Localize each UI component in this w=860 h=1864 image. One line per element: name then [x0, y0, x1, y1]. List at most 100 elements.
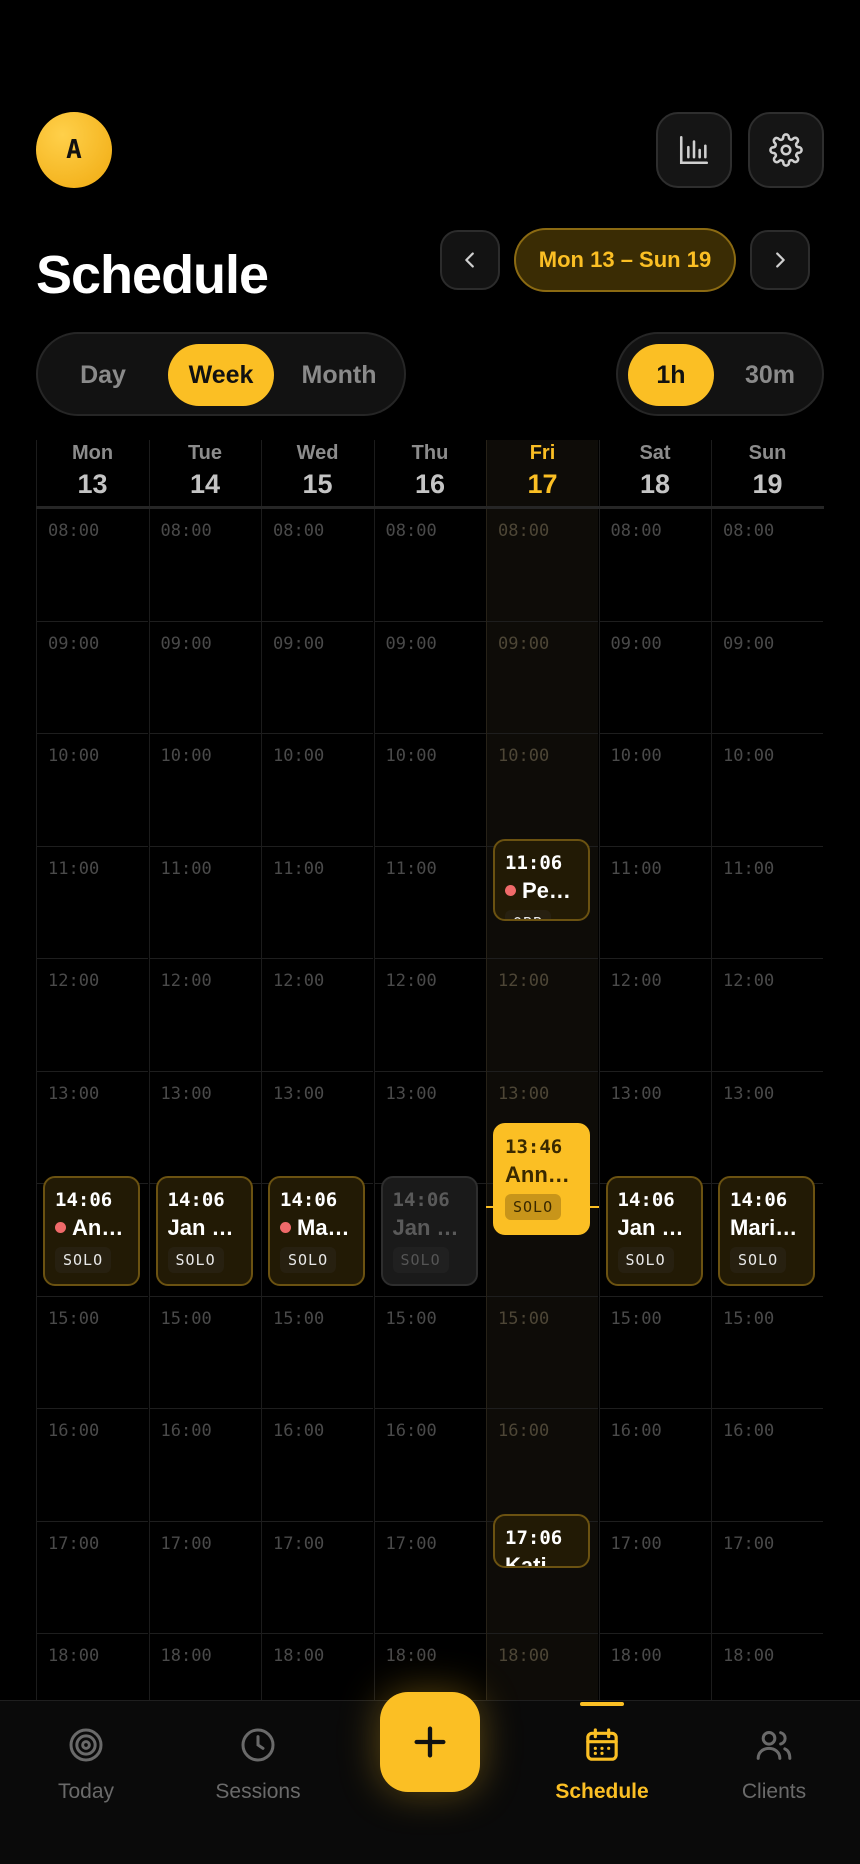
time-slot[interactable]: 09:00 — [599, 620, 711, 733]
date-range-pill[interactable]: Mon 13 – Sun 19 — [514, 228, 736, 292]
time-slot[interactable]: 12:00 — [487, 958, 598, 1070]
time-slot[interactable]: 10:00 — [149, 733, 261, 845]
time-slot[interactable]: 13:00 — [37, 1070, 148, 1183]
settings-button[interactable] — [748, 112, 824, 188]
time-slot[interactable]: 09:00 — [712, 620, 823, 733]
day-header[interactable]: Fri 17 — [487, 440, 598, 508]
day-header[interactable]: Sun 19 — [712, 440, 823, 508]
session-event[interactable]: 14:06 Jan … SOLO — [605, 1176, 703, 1287]
tab-today[interactable]: Today — [16, 1725, 156, 1804]
time-slot[interactable]: 10:00 — [262, 733, 373, 845]
day-header[interactable]: Tue 14 — [150, 440, 261, 508]
day-header[interactable]: Wed 15 — [262, 440, 373, 508]
time-slot[interactable]: 15:00 — [712, 1295, 823, 1408]
time-slot[interactable]: 18:00 — [712, 1633, 823, 1700]
day-header[interactable]: Thu 16 — [375, 440, 486, 508]
time-slot[interactable]: 18:00 — [262, 1633, 373, 1700]
time-slot[interactable]: 11:00 — [149, 845, 261, 958]
session-event[interactable]: 14:06 Mari… SOLO — [718, 1176, 815, 1287]
time-slot[interactable]: 09:00 — [149, 620, 261, 733]
prev-week-button[interactable] — [440, 230, 500, 290]
time-slot[interactable]: 16:00 — [599, 1408, 711, 1520]
time-slot[interactable]: 15:00 — [37, 1295, 148, 1408]
session-event[interactable]: 14:06 Jan … SOLO — [380, 1176, 478, 1287]
time-slot[interactable]: 16:00 — [374, 1408, 486, 1520]
interval-30m[interactable]: 30m — [722, 344, 818, 406]
time-slot[interactable]: 13:00 — [712, 1070, 823, 1183]
time-slot[interactable]: 16:00 — [262, 1408, 373, 1520]
time-slot[interactable]: 18:00 — [37, 1633, 148, 1700]
time-slot[interactable]: 11:00 — [262, 845, 373, 958]
time-slot[interactable]: 13:00 — [599, 1070, 711, 1183]
time-slot[interactable]: 10:00 — [599, 733, 711, 845]
session-event[interactable]: 14:06 Ma… SOLO — [268, 1176, 365, 1287]
time-slot[interactable]: 15:00 — [487, 1295, 598, 1408]
time-slot[interactable]: 16:00 — [149, 1408, 261, 1520]
session-event[interactable]: 13:46 Ann… SOLO — [493, 1122, 590, 1235]
time-slot[interactable]: 08:00 — [374, 508, 486, 620]
view-mode-week[interactable]: Week — [168, 344, 274, 406]
time-slot[interactable]: 08:00 — [37, 508, 148, 620]
time-slot[interactable]: 11:00 — [37, 845, 148, 958]
next-week-button[interactable] — [750, 230, 810, 290]
day-header[interactable]: Sat 18 — [600, 440, 711, 508]
time-slot[interactable]: 17:00 — [374, 1520, 486, 1633]
time-slot[interactable]: 16:00 — [487, 1408, 598, 1520]
time-slot[interactable]: 17:00 — [149, 1520, 261, 1633]
time-slot[interactable]: 18:00 — [374, 1633, 486, 1700]
time-slot[interactable]: 08:00 — [712, 508, 823, 620]
time-slot[interactable]: 16:00 — [712, 1408, 823, 1520]
time-slot[interactable]: 15:00 — [374, 1295, 486, 1408]
time-slot[interactable]: 10:00 — [712, 733, 823, 845]
session-event[interactable]: 17:06 Kati … — [493, 1513, 590, 1568]
time-slot[interactable]: 12:00 — [599, 958, 711, 1070]
time-slot[interactable]: 15:00 — [149, 1295, 261, 1408]
time-slot[interactable]: 08:00 — [149, 508, 261, 620]
time-slot[interactable]: 17:00 — [599, 1520, 711, 1633]
time-slot[interactable]: 12:00 — [712, 958, 823, 1070]
view-mode-month[interactable]: Month — [282, 344, 396, 406]
time-slot[interactable]: 13:00 — [374, 1070, 486, 1183]
time-slot[interactable]: 13:00 — [149, 1070, 261, 1183]
session-event[interactable]: 14:06 An… SOLO — [43, 1176, 140, 1287]
time-slot[interactable]: 10:00 — [37, 733, 148, 845]
add-session-button[interactable] — [380, 1692, 480, 1792]
time-slot[interactable]: 17:00 — [37, 1520, 148, 1633]
time-slot[interactable]: 11:00 — [712, 845, 823, 958]
session-event[interactable]: 14:06 Jan … SOLO — [155, 1176, 253, 1287]
time-slot[interactable]: 08:00 — [262, 508, 373, 620]
interval-1h[interactable]: 1h — [628, 344, 714, 406]
time-slot[interactable]: 18:00 — [149, 1633, 261, 1700]
time-slot[interactable]: 15:00 — [599, 1295, 711, 1408]
time-slot[interactable]: 09:00 — [374, 620, 486, 733]
time-slot[interactable]: 12:00 — [37, 958, 148, 1070]
time-slot[interactable]: 10:00 — [374, 733, 486, 845]
time-slot[interactable]: 12:00 — [262, 958, 373, 1070]
time-slot[interactable]: 15:00 — [262, 1295, 373, 1408]
view-mode-day[interactable]: Day — [48, 344, 158, 406]
time-slot[interactable]: 17:00 — [712, 1520, 823, 1633]
time-slot[interactable]: 10:00 — [487, 733, 598, 845]
session-event[interactable]: 11:06 Pe… OBB — [493, 838, 590, 921]
tab-sessions[interactable]: Sessions — [188, 1725, 328, 1804]
time-slot[interactable]: 11:00 — [374, 845, 486, 958]
time-slot[interactable]: 09:00 — [37, 620, 148, 733]
time-slot[interactable]: 08:00 — [487, 508, 598, 620]
stats-button[interactable] — [656, 112, 732, 188]
time-slot[interactable]: 12:00 — [149, 958, 261, 1070]
time-slot[interactable]: 11:00 — [599, 845, 711, 958]
event-time: 14:06 — [392, 1189, 450, 1212]
avatar[interactable]: A — [36, 112, 112, 188]
time-slot[interactable]: 16:00 — [37, 1408, 148, 1520]
time-slot[interactable]: 09:00 — [262, 620, 373, 733]
time-slot[interactable]: 13:00 — [262, 1070, 373, 1183]
day-header[interactable]: Mon 13 — [37, 440, 148, 508]
time-slot[interactable]: 18:00 — [599, 1633, 711, 1700]
tab-schedule[interactable]: Schedule — [532, 1725, 672, 1804]
time-slot[interactable]: 17:00 — [262, 1520, 373, 1633]
time-slot[interactable]: 08:00 — [599, 508, 711, 620]
time-slot[interactable]: 09:00 — [487, 620, 598, 733]
time-slot[interactable]: 12:00 — [374, 958, 486, 1070]
time-slot[interactable]: 18:00 — [487, 1633, 598, 1700]
tab-clients[interactable]: Clients — [704, 1725, 844, 1804]
